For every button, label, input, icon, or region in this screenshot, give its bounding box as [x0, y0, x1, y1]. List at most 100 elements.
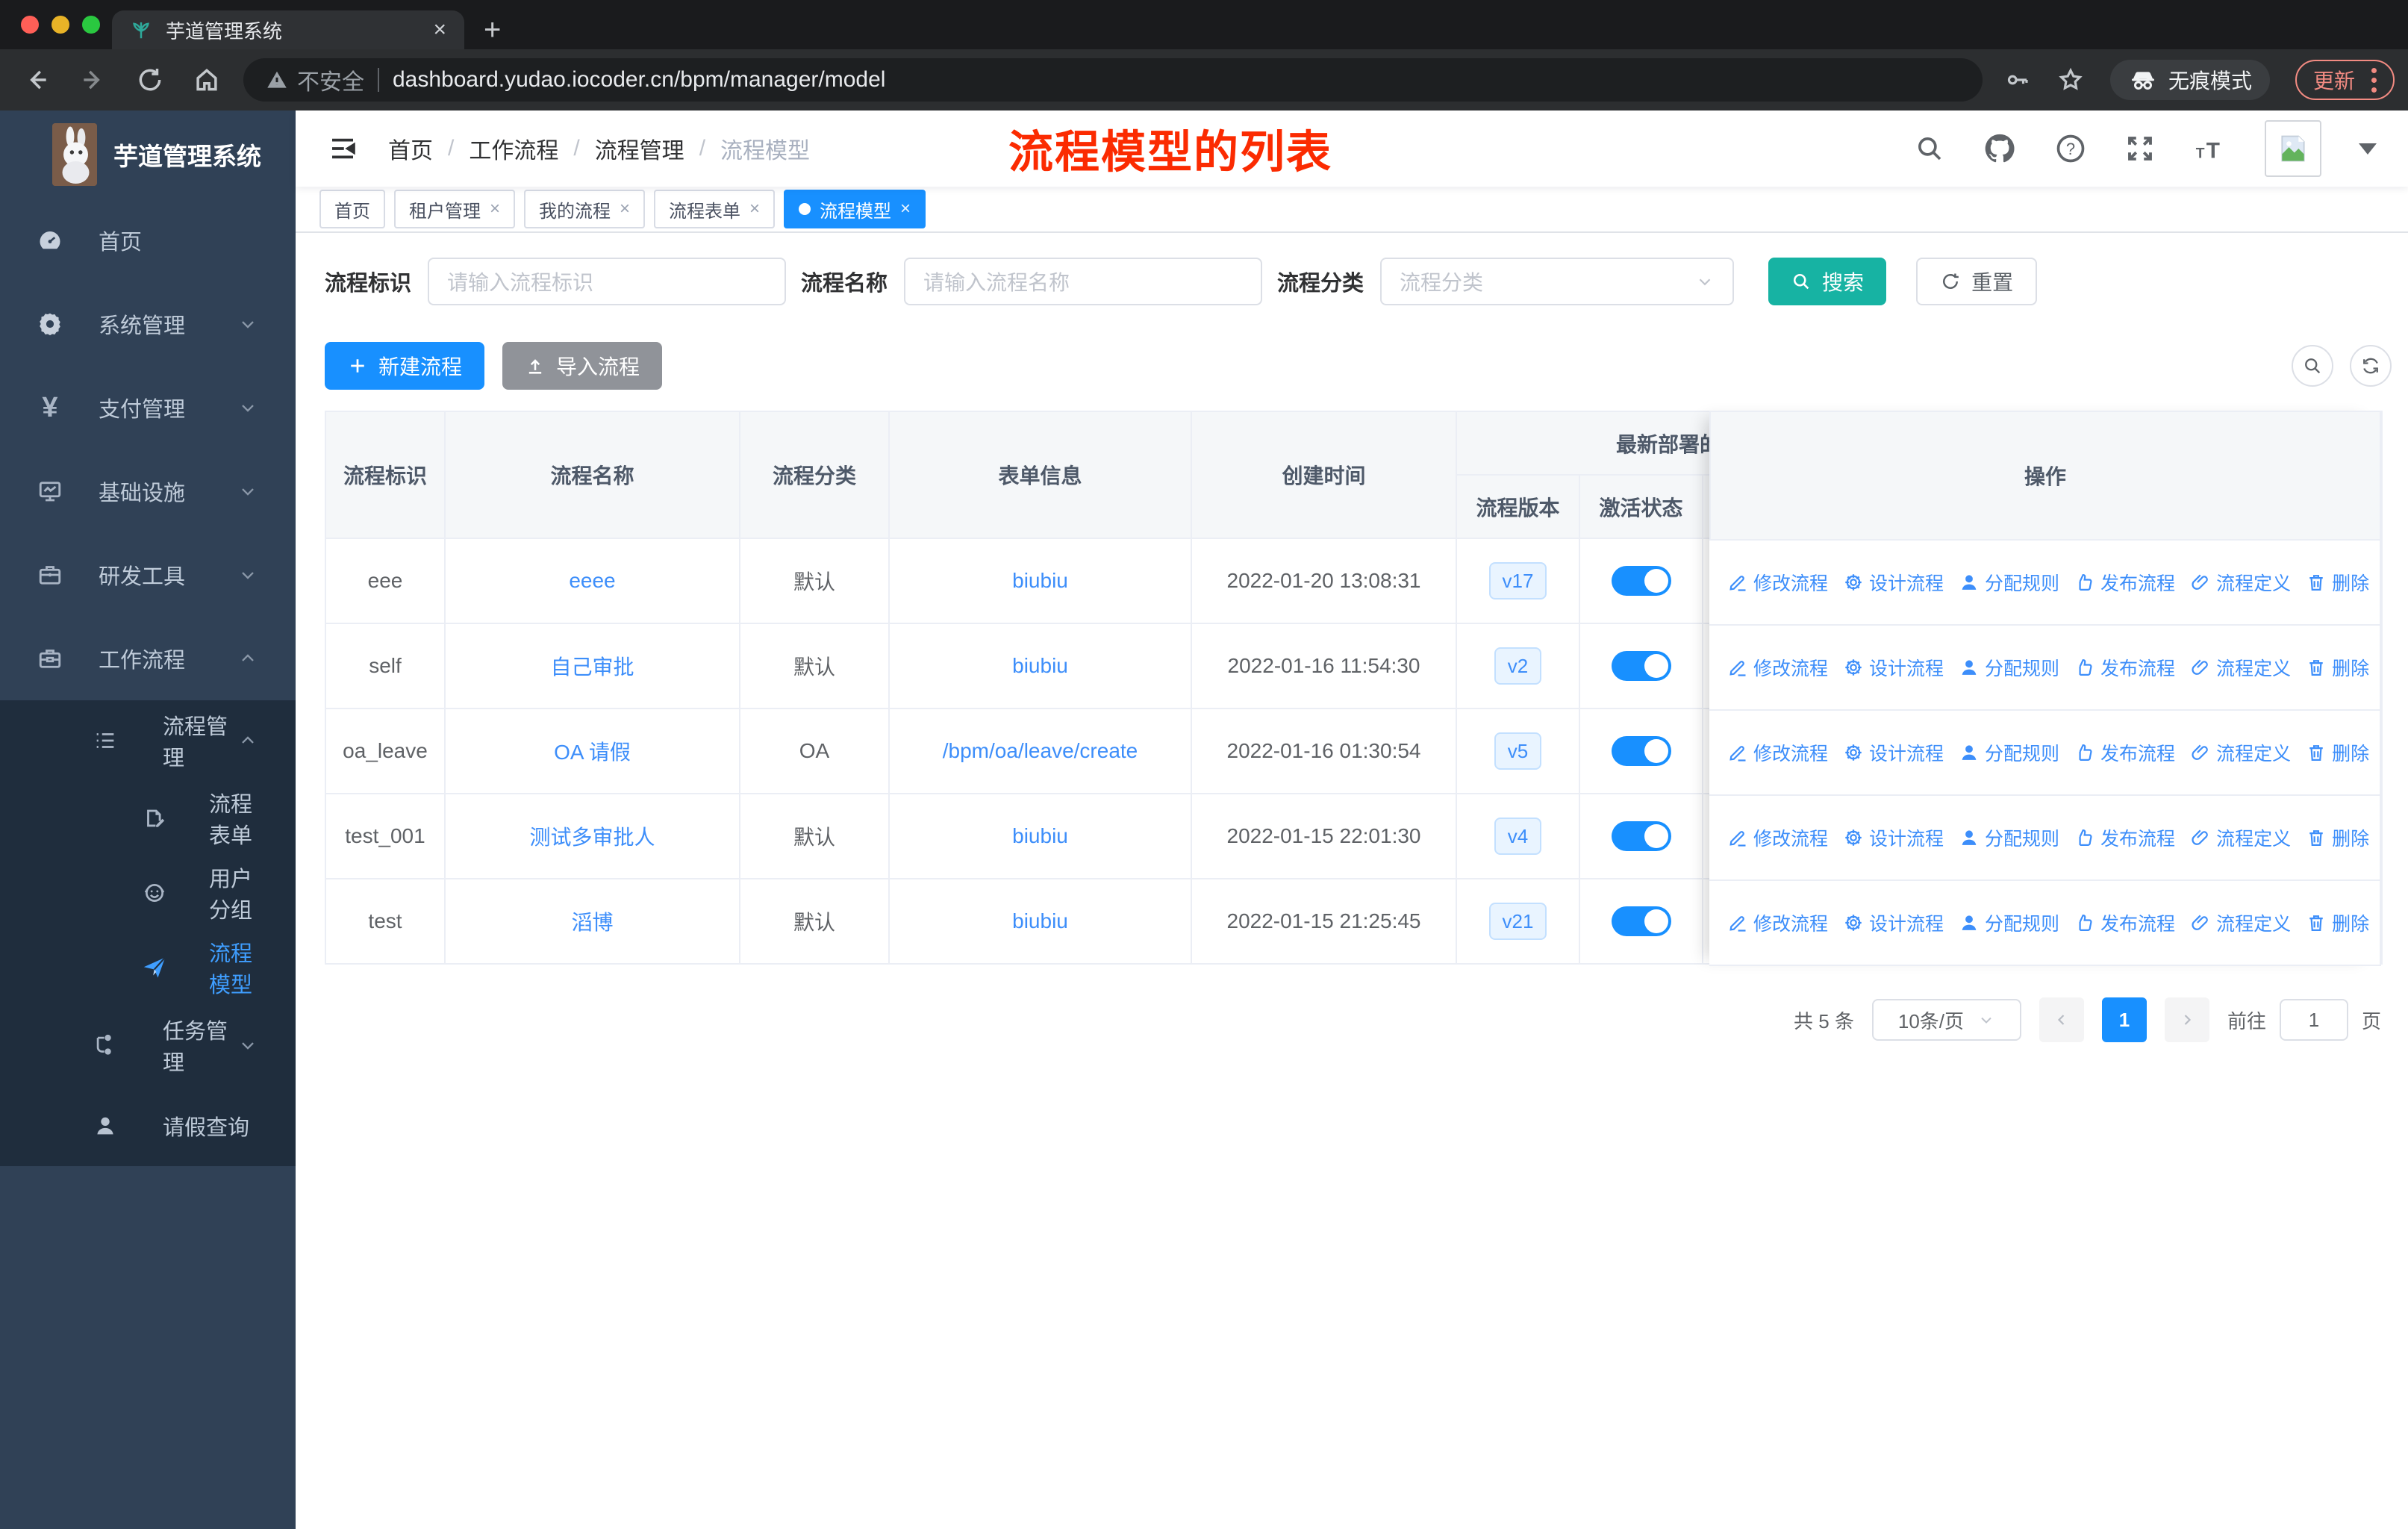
tag-my-process[interactable]: 我的流程 ×	[524, 190, 646, 228]
breadcrumb-item[interactable]: 工作流程	[469, 132, 558, 165]
delete-link[interactable]: 删除	[2306, 824, 2369, 851]
process-definition-link[interactable]: 流程定义	[2190, 909, 2291, 936]
prev-page-button[interactable]	[2039, 997, 2084, 1042]
tag-tenant[interactable]: 租户管理 ×	[394, 190, 516, 228]
assign-rule-link[interactable]: 分配规则	[1959, 739, 2059, 766]
cell-process-name-link[interactable]: 滔博	[444, 878, 740, 965]
cell-form-link[interactable]: /bpm/oa/leave/create	[888, 708, 1192, 794]
modify-process-link[interactable]: 修改流程	[1727, 569, 1828, 596]
publish-process-link[interactable]: 发布流程	[2074, 654, 2175, 681]
user-avatar[interactable]	[2265, 120, 2321, 177]
import-process-button[interactable]: 导入流程	[502, 342, 663, 390]
page-size-select[interactable]: 10条/页	[1871, 999, 2021, 1041]
modify-process-link[interactable]: 修改流程	[1727, 824, 1828, 851]
fullscreen-icon[interactable]	[2124, 133, 2156, 164]
tag-close-icon[interactable]: ×	[900, 199, 911, 219]
cell-process-name-link[interactable]: 自己审批	[444, 623, 740, 709]
window-controls[interactable]	[21, 16, 100, 34]
publish-process-link[interactable]: 发布流程	[2074, 739, 2175, 766]
delete-link[interactable]: 删除	[2306, 569, 2369, 596]
breadcrumb-item[interactable]: 首页	[388, 132, 433, 165]
sidebar-item-user-group[interactable]: 用户分组	[0, 856, 296, 930]
tag-process-model[interactable]: 流程模型 ×	[784, 190, 926, 228]
publish-process-link[interactable]: 发布流程	[2074, 569, 2175, 596]
modify-process-link[interactable]: 修改流程	[1727, 739, 1828, 766]
breadcrumb-item[interactable]: 流程管理	[595, 132, 684, 165]
url-bar[interactable]: 不安全 dashboard.yudao.iocoder.cn/bpm/manag…	[243, 58, 1983, 102]
process-id-input[interactable]: 请输入流程标识	[428, 258, 787, 305]
cell-form-link[interactable]: biubiu	[888, 538, 1192, 624]
url-text[interactable]: dashboard.yudao.iocoder.cn/bpm/manager/m…	[393, 67, 885, 93]
sidebar-item-home[interactable]: 首页	[0, 199, 296, 282]
modify-process-link[interactable]: 修改流程	[1727, 909, 1828, 936]
security-warning[interactable]: 不安全	[266, 63, 364, 96]
publish-process-link[interactable]: 发布流程	[2074, 824, 2175, 851]
assign-rule-link[interactable]: 分配规则	[1959, 909, 2059, 936]
bookmark-star-icon[interactable]	[2056, 66, 2085, 94]
active-toggle[interactable]	[1611, 906, 1671, 936]
modify-process-link[interactable]: 修改流程	[1727, 654, 1828, 681]
sidebar-item-leave-query[interactable]: 请假查询	[0, 1086, 296, 1166]
reset-button[interactable]: 重置	[1916, 258, 2038, 305]
github-icon[interactable]	[1983, 131, 2017, 166]
zoom-window-button[interactable]	[82, 16, 100, 34]
tag-close-icon[interactable]: ×	[749, 199, 760, 219]
category-select[interactable]: 流程分类	[1380, 258, 1735, 305]
help-icon[interactable]: ?	[2054, 132, 2087, 165]
show-search-button[interactable]	[2292, 345, 2333, 387]
search-icon[interactable]	[1914, 133, 1945, 164]
tab-close-icon[interactable]: ×	[433, 17, 446, 43]
assign-rule-link[interactable]: 分配规则	[1959, 654, 2059, 681]
process-definition-link[interactable]: 流程定义	[2190, 824, 2291, 851]
tag-close-icon[interactable]: ×	[620, 199, 630, 219]
key-icon[interactable]	[2004, 66, 2031, 93]
font-size-icon[interactable]: TT	[2193, 133, 2227, 164]
sidebar-item-payment[interactable]: ¥ 支付管理	[0, 366, 296, 449]
tag-close-icon[interactable]: ×	[490, 199, 500, 219]
sidebar-item-process-form[interactable]: 流程表单	[0, 781, 296, 856]
sidebar-item-process-mgmt[interactable]: 流程管理	[0, 700, 296, 781]
tag-process-form[interactable]: 流程表单 ×	[654, 190, 776, 228]
reload-icon[interactable]	[136, 66, 164, 94]
minimize-window-button[interactable]	[52, 16, 69, 34]
sidebar-item-system[interactable]: 系统管理	[0, 282, 296, 366]
active-toggle[interactable]	[1611, 651, 1671, 681]
design-process-link[interactable]: 设计流程	[1843, 909, 1944, 936]
cell-process-name-link[interactable]: eeee	[444, 538, 740, 624]
sidebar-item-devtools[interactable]: 研发工具	[0, 533, 296, 617]
update-button[interactable]: 更新	[2295, 60, 2395, 100]
refresh-table-button[interactable]	[2350, 345, 2392, 387]
active-toggle[interactable]	[1611, 736, 1671, 766]
collapse-sidebar-icon[interactable]	[327, 133, 358, 164]
sidebar-item-infra[interactable]: 基础设施	[0, 449, 296, 533]
delete-link[interactable]: 删除	[2306, 909, 2369, 936]
process-definition-link[interactable]: 流程定义	[2190, 569, 2291, 596]
cell-form-link[interactable]: biubiu	[888, 623, 1192, 709]
next-page-button[interactable]	[2164, 997, 2209, 1042]
cell-form-link[interactable]: biubiu	[888, 878, 1192, 965]
close-window-button[interactable]	[21, 16, 39, 34]
back-icon[interactable]	[22, 66, 51, 94]
sidebar-item-process-model[interactable]: 流程模型	[0, 930, 296, 1005]
active-toggle[interactable]	[1611, 821, 1671, 851]
search-button[interactable]: 搜索	[1768, 258, 1887, 305]
delete-link[interactable]: 删除	[2306, 654, 2369, 681]
sidebar-item-task-mgmt[interactable]: 任务管理	[0, 1005, 296, 1086]
cell-form-link[interactable]: biubiu	[888, 793, 1192, 879]
cell-process-name-link[interactable]: 测试多审批人	[444, 793, 740, 879]
process-definition-link[interactable]: 流程定义	[2190, 739, 2291, 766]
cell-process-name-link[interactable]: OA 请假	[444, 708, 740, 794]
delete-link[interactable]: 删除	[2306, 739, 2369, 766]
assign-rule-link[interactable]: 分配规则	[1959, 824, 2059, 851]
assign-rule-link[interactable]: 分配规则	[1959, 569, 2059, 596]
design-process-link[interactable]: 设计流程	[1843, 739, 1944, 766]
design-process-link[interactable]: 设计流程	[1843, 569, 1944, 596]
new-tab-button[interactable]: +	[484, 15, 501, 45]
browser-tab[interactable]: 芋道管理系统 ×	[112, 10, 464, 49]
sidebar-item-workflow[interactable]: 工作流程	[0, 617, 296, 700]
current-page-button[interactable]: 1	[2101, 997, 2147, 1042]
create-process-button[interactable]: 新建流程	[325, 342, 485, 390]
home-icon[interactable]	[193, 66, 221, 94]
caret-down-icon[interactable]	[2359, 143, 2377, 155]
goto-page-input[interactable]: 1	[2279, 999, 2348, 1041]
